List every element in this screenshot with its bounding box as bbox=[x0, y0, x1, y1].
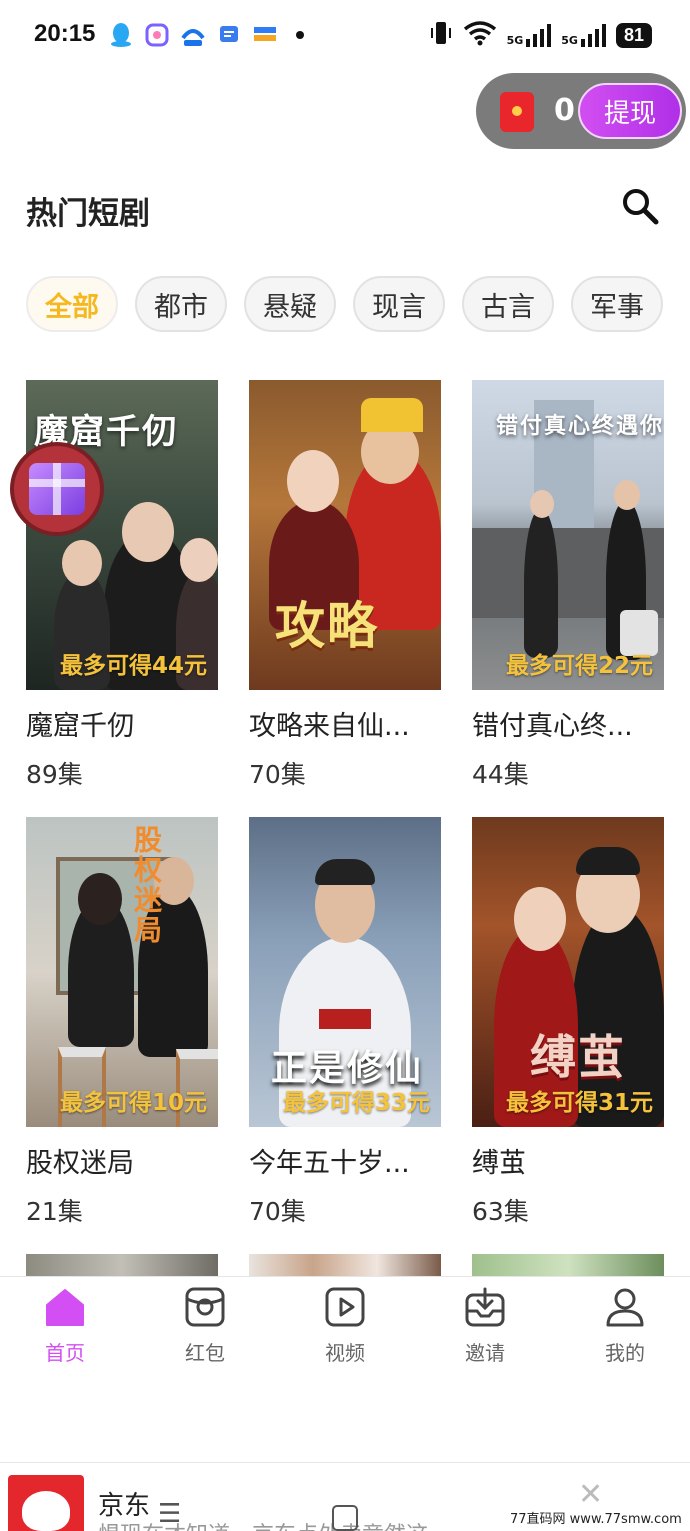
video-icon bbox=[325, 1287, 365, 1327]
reward-tag: 最多可得44元 bbox=[60, 653, 208, 679]
chip-suspense[interactable]: 悬疑 bbox=[244, 276, 336, 332]
status-time: 20:15 bbox=[34, 20, 96, 47]
chip-urban[interactable]: 都市 bbox=[135, 276, 227, 332]
drama-card[interactable]: 股权迷局 最多可得10元 股权迷局 21集 bbox=[26, 817, 218, 1228]
episode-count: 63集 bbox=[472, 1197, 529, 1226]
nav-label: 首页 bbox=[45, 1341, 85, 1365]
home-icon bbox=[46, 1289, 84, 1326]
drama-poster[interactable]: 攻略 bbox=[249, 380, 441, 690]
nav-video[interactable]: 视频 bbox=[300, 1285, 390, 1366]
nav-label: 邀请 bbox=[465, 1341, 505, 1365]
reward-tag: 最多可得33元 bbox=[283, 1090, 431, 1116]
withdraw-button[interactable]: 提现 bbox=[578, 83, 682, 139]
nav-label: 视频 bbox=[325, 1341, 365, 1365]
episode-count: 44集 bbox=[472, 760, 529, 789]
signal-icon-2: 5G bbox=[561, 23, 606, 47]
search-icon[interactable] bbox=[620, 186, 660, 226]
poster-caption: 攻略 bbox=[275, 596, 379, 655]
more-notifications-dot bbox=[296, 31, 304, 39]
poster-caption: 股权迷局 bbox=[130, 825, 163, 945]
reward-tag: 最多可得10元 bbox=[60, 1090, 208, 1116]
drama-title[interactable]: 魔窟千仞 bbox=[26, 704, 218, 743]
drama-card[interactable]: 错付真心终遇你 最多可得22元 错付真心终... 44集 bbox=[472, 380, 664, 791]
wallet-icon bbox=[252, 22, 278, 48]
watermark: 77直码网 www.77smw.com bbox=[506, 1507, 686, 1528]
wifi-icon bbox=[463, 20, 497, 50]
signal-icon: 5G bbox=[507, 23, 552, 47]
qq-icon bbox=[108, 22, 134, 48]
nav-home[interactable]: 首页 bbox=[20, 1285, 110, 1366]
category-chips: 全部 都市 悬疑 现言 古言 军事 bbox=[26, 276, 663, 332]
drama-title[interactable]: 错付真心终... bbox=[472, 704, 664, 743]
nav-label: 红包 bbox=[185, 1341, 225, 1365]
episode-count: 89集 bbox=[26, 760, 83, 789]
battery-indicator: 81 bbox=[615, 22, 652, 48]
drama-title[interactable]: 今年五十岁... bbox=[249, 1141, 441, 1180]
episode-count: 70集 bbox=[249, 760, 306, 789]
ad-description: 惧现在才知道，京东点外卖竟然这 bbox=[98, 1517, 428, 1531]
poster-caption: 缚茧 bbox=[530, 1030, 626, 1084]
profile-icon bbox=[606, 1288, 644, 1327]
vibrate-icon bbox=[429, 20, 453, 50]
reward-tag: 最多可得22元 bbox=[506, 653, 654, 679]
drama-card[interactable]: 攻略 攻略来自仙... 70集 bbox=[249, 380, 441, 791]
jd-logo bbox=[8, 1475, 84, 1531]
notification-icons bbox=[108, 22, 304, 48]
drama-poster[interactable]: 正是修仙 最多可得33元 bbox=[249, 817, 441, 1127]
drama-card[interactable]: 正是修仙 最多可得33元 今年五十岁... 70集 bbox=[249, 817, 441, 1228]
nav-red-packet[interactable]: 红包 bbox=[160, 1285, 250, 1366]
drama-poster-partial[interactable] bbox=[26, 1254, 218, 1276]
ad-banner[interactable]: 京东 惧现在才知道，京东点外卖竟然这 ✕ ☰ 77直码网 www.77smw.c… bbox=[0, 1462, 690, 1531]
chip-modern-romance[interactable]: 现言 bbox=[353, 276, 445, 332]
reward-count: 0 bbox=[554, 93, 575, 128]
drama-poster[interactable]: 缚茧 最多可得31元 bbox=[472, 817, 664, 1127]
chip-all[interactable]: 全部 bbox=[26, 276, 118, 332]
reward-tag: 最多可得31元 bbox=[506, 1090, 654, 1116]
status-bar: 20:15 5G 5G 81 bbox=[0, 0, 690, 70]
episode-count: 70集 bbox=[249, 1197, 306, 1226]
invite-icon bbox=[465, 1287, 505, 1327]
nav-profile[interactable]: 我的 bbox=[580, 1285, 670, 1366]
drama-title[interactable]: 缚茧 bbox=[472, 1141, 664, 1180]
bottom-navigation: 首页 红包 视频 邀请 我的 bbox=[0, 1276, 690, 1387]
drama-card[interactable]: 缚茧 最多可得31元 缚茧 63集 bbox=[472, 817, 664, 1228]
poster-caption: 错付真心终遇你 bbox=[496, 413, 664, 439]
home-gesture-icon[interactable] bbox=[332, 1505, 358, 1531]
chip-military[interactable]: 军事 bbox=[571, 276, 663, 332]
drama-title[interactable]: 股权迷局 bbox=[26, 1141, 218, 1180]
fly-app-icon bbox=[180, 22, 206, 48]
gift-floating-button[interactable] bbox=[10, 442, 104, 536]
reward-balance-pill[interactable]: 0 提现 bbox=[476, 73, 686, 149]
gift-icon bbox=[29, 463, 85, 515]
episode-count: 21集 bbox=[26, 1197, 83, 1226]
red-packet-icon bbox=[185, 1287, 225, 1327]
chip-ancient-romance[interactable]: 古言 bbox=[462, 276, 554, 332]
drama-poster[interactable]: 股权迷局 最多可得10元 bbox=[26, 817, 218, 1127]
drama-title[interactable]: 攻略来自仙... bbox=[249, 704, 441, 743]
message-icon bbox=[216, 22, 242, 48]
app-icon bbox=[144, 22, 170, 48]
system-icons: 5G 5G 81 bbox=[429, 20, 652, 50]
menu-icon[interactable]: ☰ bbox=[158, 1499, 181, 1529]
nav-label: 我的 bbox=[605, 1341, 645, 1365]
page-title: 热门短剧 bbox=[26, 196, 150, 232]
drama-poster[interactable]: 错付真心终遇你 最多可得22元 bbox=[472, 380, 664, 690]
drama-poster-partial[interactable] bbox=[249, 1254, 441, 1276]
drama-poster-partial[interactable] bbox=[472, 1254, 664, 1276]
nav-invite[interactable]: 邀请 bbox=[440, 1285, 530, 1366]
red-packet-icon bbox=[500, 92, 534, 132]
